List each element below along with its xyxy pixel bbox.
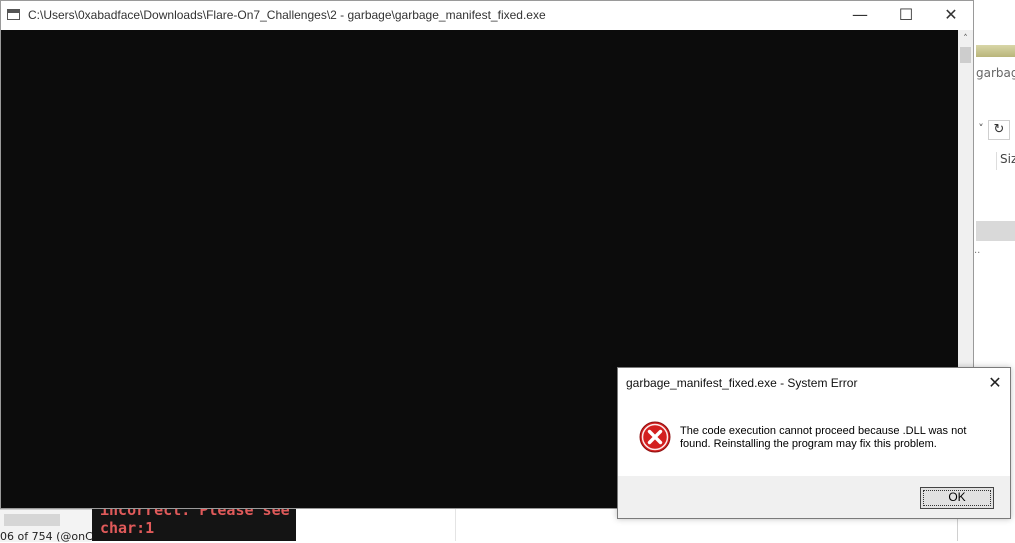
close-button[interactable]: ✕	[928, 1, 974, 30]
chevron-down-icon[interactable]: ˅	[974, 120, 988, 138]
minimize-button[interactable]: —	[837, 1, 883, 30]
error-icon	[639, 421, 671, 453]
truncated-text: ..	[974, 245, 981, 256]
dialog-title: garbage_manifest_fixed.exe - System Erro…	[626, 376, 858, 390]
scroll-up-icon[interactable]: ˄	[958, 32, 973, 46]
selected-file-row[interactable]	[976, 221, 1015, 241]
explorer-address-fragment[interactable]: garbage	[976, 66, 1015, 80]
dialog-close-button[interactable]: ✕	[984, 372, 1006, 394]
console-title: C:\Users\0xabadface\Downloads\Flare-On7_…	[28, 8, 546, 22]
dialog-message: The code execution cannot proceed becaus…	[680, 425, 967, 450]
console-titlebar[interactable]: C:\Users\0xabadface\Downloads\Flare-On7_…	[1, 1, 973, 30]
terminal-line: incorrect. Please see	[100, 509, 290, 519]
dialog-body: garbage_manifest_fixed.exe - System Erro…	[618, 368, 1010, 476]
status-text: 06 of 754 (@onC	[0, 530, 93, 543]
explorer-ribbon-strip	[976, 45, 1015, 57]
terminal-line: char:1	[100, 519, 155, 537]
background-status-bar: 06 of 754 (@onC	[0, 509, 93, 543]
maximize-button[interactable]: ☐	[883, 1, 929, 30]
console-app-icon[interactable]	[7, 9, 20, 20]
background-terminal: incorrect. Please see char:1	[92, 509, 296, 541]
scrollbar-thumb[interactable]	[960, 47, 971, 63]
refresh-icon[interactable]: ↻	[988, 120, 1010, 140]
divider	[455, 509, 456, 541]
ok-button[interactable]: OK	[920, 487, 994, 509]
column-header-size[interactable]: Size	[996, 152, 1015, 170]
system-error-dialog: garbage_manifest_fixed.exe - System Erro…	[617, 367, 1011, 519]
horizontal-scrollbar[interactable]	[4, 514, 60, 526]
